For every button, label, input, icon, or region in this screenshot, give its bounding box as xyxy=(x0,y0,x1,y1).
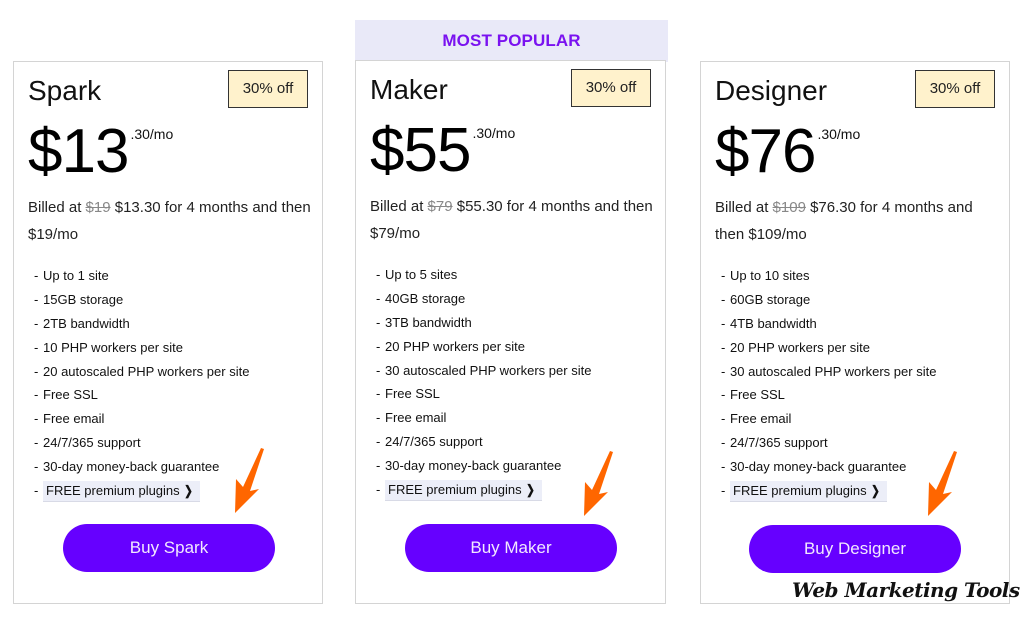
feature-item-plugins: - FREE premium plugins ❯ xyxy=(34,479,249,503)
buy-designer-button[interactable]: Buy Designer xyxy=(749,525,961,573)
feature-item: - Free SSL xyxy=(34,387,98,403)
arrow-down-left-icon xyxy=(584,451,613,516)
discount-badge: 30% off xyxy=(228,70,308,108)
chevron-right-icon: ❯ xyxy=(870,483,880,499)
feature-item: - Free email xyxy=(34,411,105,427)
feature-item: -20 PHP workers per site xyxy=(721,339,870,355)
watermark: Web Marketing Tools xyxy=(792,578,1020,602)
price-whole: $55 xyxy=(370,116,471,185)
price: $55 .30/mo xyxy=(370,113,515,189)
plan-name: Spark xyxy=(28,75,102,106)
pricing-page: MOST POPULAR Spark 30% off $13 .30/mo Bi… xyxy=(0,0,1024,619)
billing-info: Billed at $79 $55.30 for 4 months and th… xyxy=(370,193,655,247)
feature-item: -2TB bandwidth xyxy=(34,315,130,331)
feature-item: - Up to 5 sites xyxy=(376,267,458,282)
feature-item: -24/7/365 support xyxy=(376,434,483,450)
buy-spark-button[interactable]: Buy Spark xyxy=(63,524,275,572)
billing-info: Billed at $19 $13.30 for 4 months and th… xyxy=(28,194,313,248)
feature-item: -20 autoscaled PHP workers per site xyxy=(34,363,250,379)
buy-maker-button[interactable]: Buy Maker xyxy=(405,524,617,572)
premium-plugins-link[interactable]: FREE premium plugins ❯ xyxy=(43,481,200,503)
plan-name: Maker xyxy=(370,74,448,105)
feature-item-plugins: - FREE premium plugins ❯ xyxy=(376,478,591,502)
feature-item: -4TB bandwidth xyxy=(721,315,817,331)
original-price: $109 xyxy=(772,199,806,216)
feature-item: - Up to 1 site xyxy=(34,268,109,283)
feature-item: -24/7/365 support xyxy=(34,435,141,451)
discount-badge: 30% off xyxy=(915,70,995,108)
feature-item: -30-day money-back guarantee xyxy=(721,459,907,475)
feature-item: -30 autoscaled PHP workers per site xyxy=(376,362,592,378)
price-whole: $13 xyxy=(28,117,129,186)
feature-list: - Up to 10 sites -60GB storage -4TB bandw… xyxy=(721,264,936,503)
discount-badge: 30% off xyxy=(571,69,651,107)
billing-prefix: Billed at xyxy=(370,198,424,215)
feature-item: - Free email xyxy=(376,410,447,426)
chevron-right-icon: ❯ xyxy=(183,483,193,499)
original-price: $79 xyxy=(427,198,453,215)
plan-card-spark: Spark 30% off $13 .30/mo Billed at $19 $… xyxy=(13,61,323,604)
feature-item: -30-day money-back guarantee xyxy=(34,459,220,475)
original-price: $19 xyxy=(85,199,111,216)
billing-prefix: Billed at xyxy=(28,199,82,216)
price: $13 .30/mo xyxy=(28,114,173,190)
feature-item: -15GB storage xyxy=(34,291,124,307)
feature-list: - Up to 5 sites -40GB storage -3TB bandwi… xyxy=(376,263,591,502)
feature-item: -40GB storage xyxy=(376,290,466,306)
feature-item: - Up to 10 sites xyxy=(721,268,810,283)
premium-plugins-link[interactable]: FREE premium plugins ❯ xyxy=(385,480,542,502)
feature-item: -10 PHP workers per site xyxy=(34,339,183,355)
feature-item: - Free SSL xyxy=(721,387,785,403)
plan-name: Designer xyxy=(715,75,828,106)
feature-item: -30-day money-back guarantee xyxy=(376,458,562,474)
feature-item-plugins: - FREE premium plugins ❯ xyxy=(721,479,936,503)
plan-card-designer: Designer 30% off $76 .30/mo Billed at $1… xyxy=(700,61,1010,604)
feature-item: - Free SSL xyxy=(376,386,440,402)
plan-card-maker: Maker 30% off $55 .30/mo Billed at $79 $… xyxy=(355,60,666,604)
most-popular-banner: MOST POPULAR xyxy=(355,20,668,62)
feature-item: -3TB bandwidth xyxy=(376,314,472,330)
price: $76 .30/mo xyxy=(715,114,860,190)
feature-item: -20 PHP workers per site xyxy=(376,338,525,354)
price-whole: $76 xyxy=(715,117,816,186)
chevron-right-icon: ❯ xyxy=(525,482,535,498)
feature-item: -24/7/365 support xyxy=(721,435,828,451)
billing-prefix: Billed at xyxy=(715,199,769,216)
price-cents-period: .30/mo xyxy=(472,125,516,141)
price-cents-period: .30/mo xyxy=(130,126,174,142)
feature-list: - Up to 1 site -15GB storage -2TB bandwid… xyxy=(34,264,249,503)
premium-plugins-link[interactable]: FREE premium plugins ❯ xyxy=(730,481,887,503)
feature-item: -60GB storage xyxy=(721,291,811,307)
billing-info: Billed at $109 $76.30 for 4 months and t… xyxy=(715,194,1000,248)
arrow-down-left-icon xyxy=(235,448,264,513)
price-cents-period: .30/mo xyxy=(817,126,861,142)
arrow-down-left-icon xyxy=(928,451,957,516)
feature-item: -30 autoscaled PHP workers per site xyxy=(721,363,937,379)
feature-item: - Free email xyxy=(721,411,792,427)
